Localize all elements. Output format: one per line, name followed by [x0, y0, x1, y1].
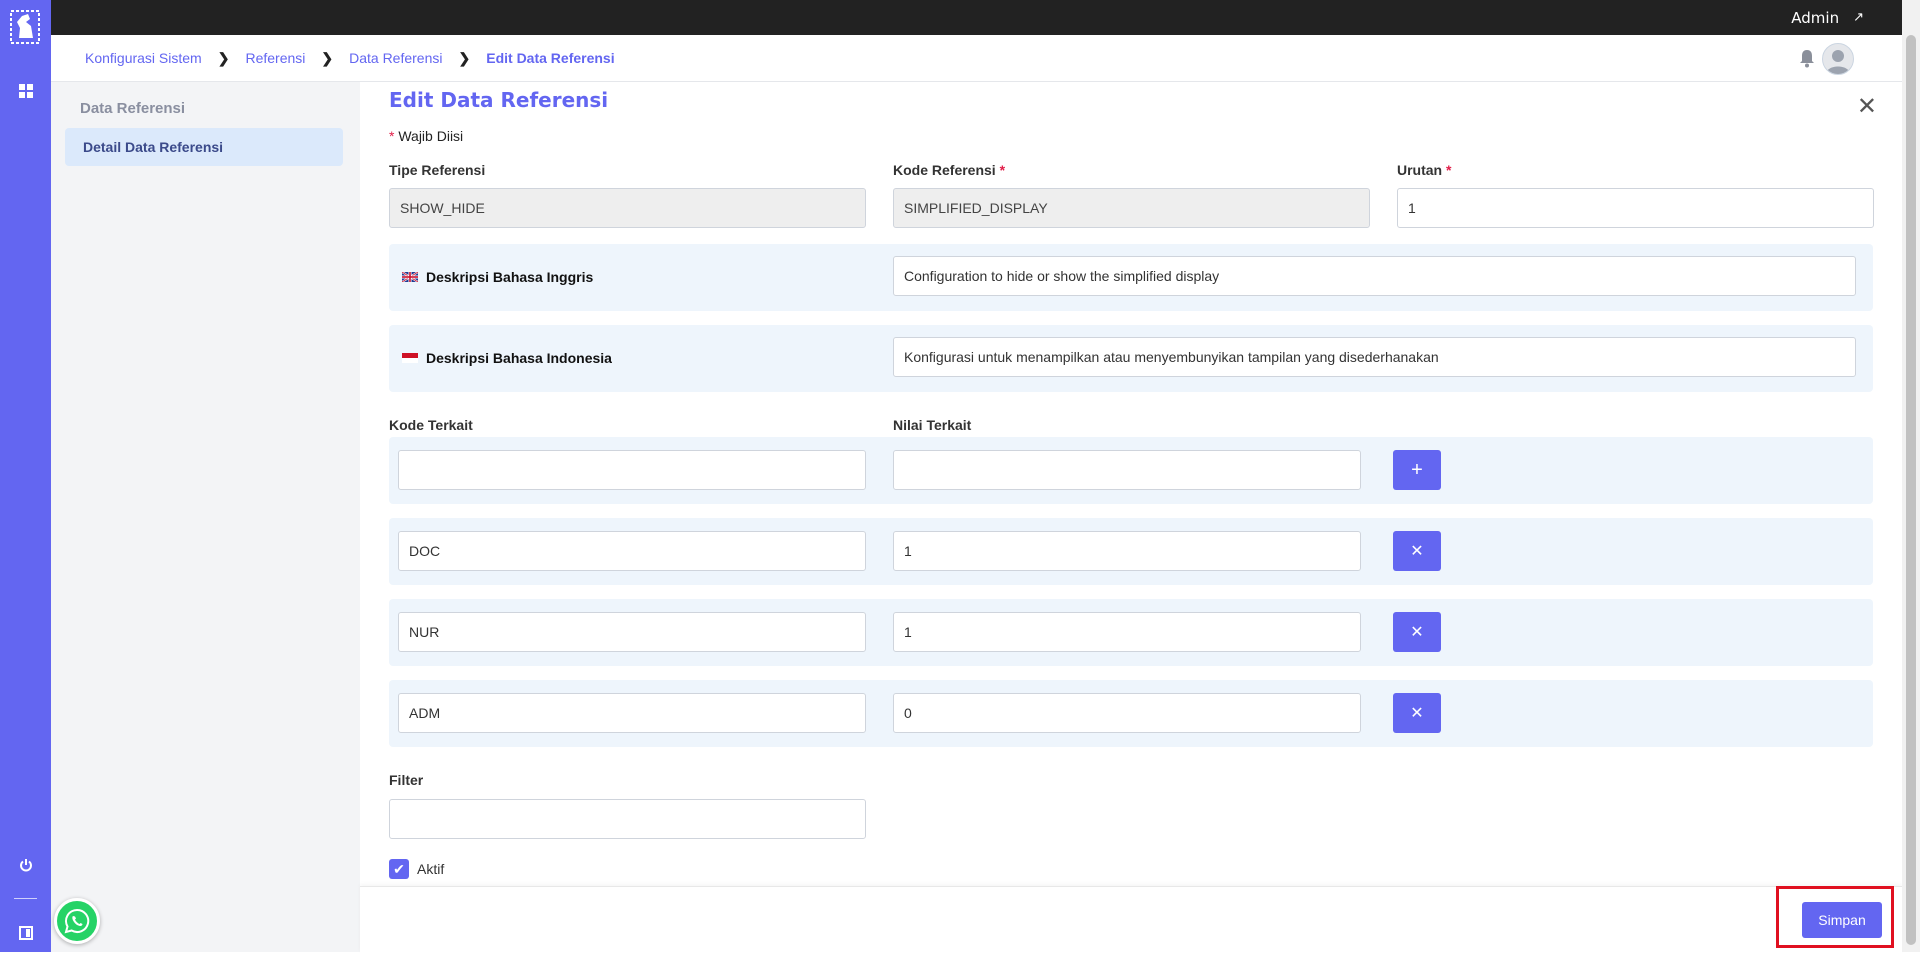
tipe-referensi-label: Tipe Referensi	[389, 162, 486, 178]
sidebar-item-detail-data-referensi[interactable]: Detail Data Referensi	[65, 128, 343, 166]
close-icon: ✕	[1410, 543, 1424, 560]
kode-terkait-input[interactable]	[398, 693, 866, 733]
save-button-highlight	[1776, 886, 1894, 948]
remove-row-button[interactable]: ✕	[1393, 531, 1441, 571]
aktif-checkbox[interactable]: ✔	[389, 859, 409, 879]
desc-id-section: Deskripsi Bahasa Indonesia	[389, 325, 1873, 392]
avatar[interactable]	[1822, 43, 1854, 75]
admin-label: Admin	[1791, 8, 1840, 27]
chevron-right-icon: ❯	[458, 49, 471, 66]
kode-referensi-label: Kode Referensi *	[893, 162, 1006, 178]
relation-row: ✕	[389, 599, 1873, 666]
nilai-terkait-input[interactable]	[893, 693, 1361, 733]
breadcrumb-referensi[interactable]: Referensi	[245, 50, 305, 66]
side-panel-title: Data Referensi	[80, 100, 186, 117]
breadcrumb-konfigurasi-sistem[interactable]: Konfigurasi Sistem	[85, 50, 202, 66]
chevron-right-icon: ❯	[217, 49, 230, 66]
relation-row: ✕	[389, 680, 1873, 747]
close-icon[interactable]: ✕	[1857, 92, 1877, 121]
new-kode-terkait-input[interactable]	[398, 450, 866, 490]
urutan-label: Urutan *	[1397, 162, 1452, 178]
required-star: *	[389, 128, 395, 144]
dashboard-grid-icon[interactable]	[0, 84, 51, 98]
breadcrumb-data-referensi[interactable]: Data Referensi	[349, 50, 442, 66]
side-panel: Data Referensi Detail Data Referensi	[51, 82, 360, 952]
kode-terkait-input[interactable]	[398, 531, 866, 571]
close-icon: ✕	[1410, 705, 1424, 722]
nilai-terkait-input[interactable]	[893, 612, 1361, 652]
remove-row-button[interactable]: ✕	[1393, 693, 1441, 733]
uk-flag-icon	[402, 272, 418, 282]
power-icon[interactable]	[0, 858, 51, 872]
new-relation-row: +	[389, 437, 1873, 504]
kode-terkait-label: Kode Terkait	[389, 417, 473, 433]
kode-referensi-field[interactable]	[893, 188, 1370, 228]
admin-menu[interactable]: Admin ↗	[1791, 0, 1864, 35]
new-nilai-terkait-input[interactable]	[893, 450, 1361, 490]
form-footer	[360, 886, 1902, 953]
indonesia-flag-icon	[402, 353, 418, 363]
add-row-button[interactable]: +	[1393, 450, 1441, 490]
chevron-right-icon: ❯	[321, 49, 334, 66]
left-rail	[0, 0, 51, 952]
bell-icon[interactable]	[1798, 48, 1816, 68]
kode-terkait-input[interactable]	[398, 612, 866, 652]
top-bar: Admin ↗	[0, 0, 1920, 35]
external-arrow-icon: ↗	[1853, 10, 1864, 25]
required-note: * Wajib Diisi	[389, 128, 463, 144]
panel-toggle-icon[interactable]	[0, 926, 51, 940]
nilai-terkait-input[interactable]	[893, 531, 1361, 571]
app-logo-icon	[10, 10, 40, 44]
desc-en-field[interactable]	[893, 256, 1856, 296]
whatsapp-button[interactable]	[54, 898, 100, 944]
remove-row-button[interactable]: ✕	[1393, 612, 1441, 652]
edit-form: Edit Data Referensi ✕ * Wajib Diisi Tipe…	[360, 82, 1902, 952]
desc-en-section: Deskripsi Bahasa Inggris	[389, 244, 1873, 311]
check-icon: ✔	[393, 860, 405, 877]
desc-id-field[interactable]	[893, 337, 1856, 377]
rail-divider	[14, 898, 37, 899]
scrollbar-thumb[interactable]	[1906, 35, 1916, 945]
whatsapp-icon	[64, 908, 90, 934]
page-title: Edit Data Referensi	[389, 88, 609, 112]
tipe-referensi-field[interactable]	[389, 188, 866, 228]
relation-row: ✕	[389, 518, 1873, 585]
breadcrumb-bar: Konfigurasi Sistem ❯ Referensi ❯ Data Re…	[51, 35, 1902, 82]
breadcrumb: Konfigurasi Sistem ❯ Referensi ❯ Data Re…	[85, 35, 615, 81]
required-note-label: Wajib Diisi	[398, 128, 464, 144]
desc-id-label: Deskripsi Bahasa Indonesia	[426, 350, 612, 366]
desc-en-label: Deskripsi Bahasa Inggris	[426, 269, 594, 285]
close-icon: ✕	[1410, 624, 1424, 641]
plus-icon: +	[1411, 458, 1423, 481]
nilai-terkait-label: Nilai Terkait	[893, 417, 972, 433]
vertical-scrollbar[interactable]	[1902, 0, 1920, 952]
filter-label: Filter	[389, 772, 424, 788]
filter-field[interactable]	[389, 799, 866, 839]
aktif-label: Aktif	[417, 861, 445, 877]
urutan-field[interactable]	[1397, 188, 1874, 228]
breadcrumb-edit-data-referensi: Edit Data Referensi	[486, 50, 615, 66]
